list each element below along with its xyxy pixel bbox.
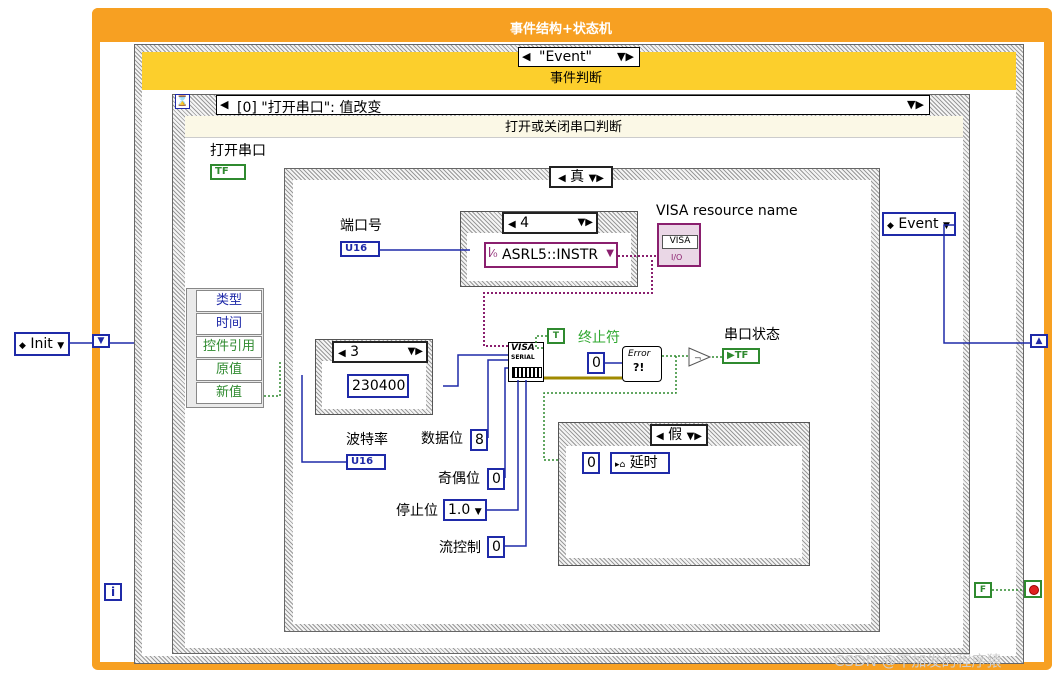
wires bbox=[70, 224, 1030, 591]
watermark: CSDN @不加发的程序猿 bbox=[834, 652, 1002, 670]
